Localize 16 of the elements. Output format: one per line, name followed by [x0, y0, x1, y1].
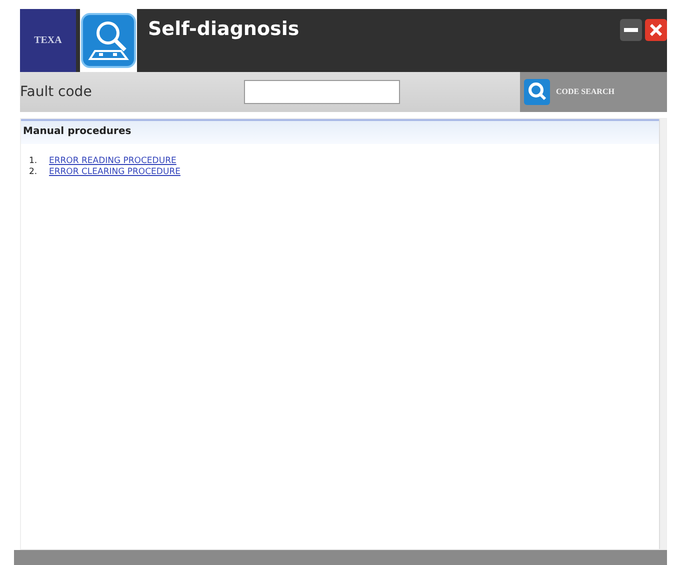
window-title: Self-diagnosis — [148, 17, 300, 42]
search-icon — [524, 79, 550, 105]
close-button[interactable] — [645, 19, 667, 41]
fault-code-field[interactable] — [244, 80, 400, 104]
close-icon — [650, 24, 662, 36]
procedure-link[interactable]: ERROR CLEARING PROCEDURE — [49, 167, 180, 177]
procedure-link[interactable]: ERROR READING PROCEDURE — [49, 156, 176, 166]
magnifier-car-icon — [81, 13, 136, 68]
field-label: Fault code — [20, 82, 93, 102]
minimize-icon — [624, 28, 638, 32]
scrollbar[interactable] — [659, 119, 666, 549]
logo: TEXA — [20, 9, 76, 72]
list-number: 1. — [29, 156, 38, 167]
minimize-button[interactable] — [620, 19, 642, 41]
list-number: 2. — [29, 167, 38, 178]
section-header: Manual procedures — [21, 119, 659, 144]
